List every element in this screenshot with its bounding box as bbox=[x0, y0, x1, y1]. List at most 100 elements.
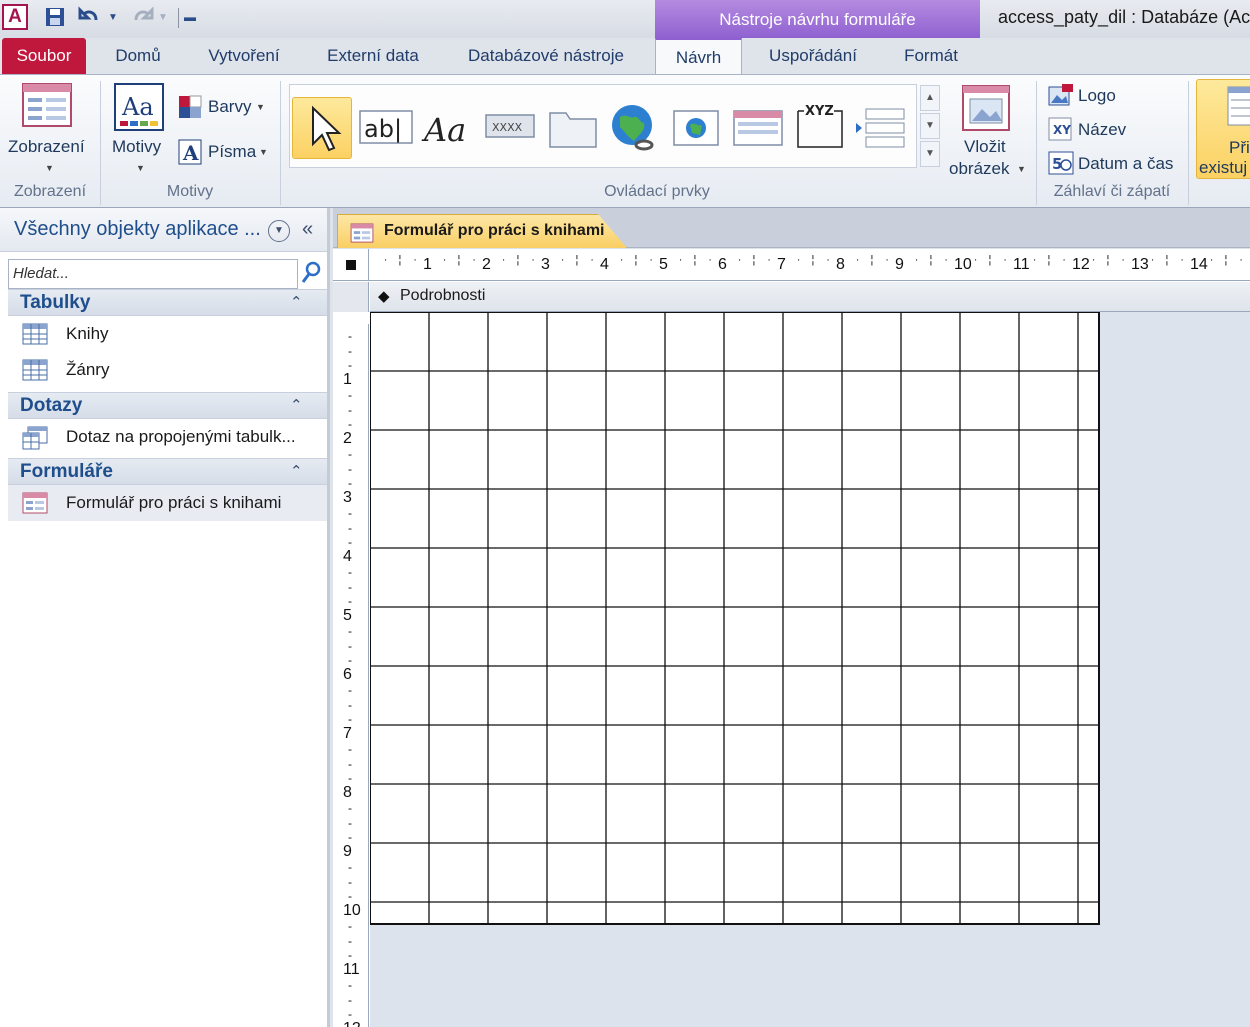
nav-search-input[interactable]: Hledat... bbox=[8, 259, 298, 289]
navigation-tool[interactable] bbox=[728, 97, 788, 159]
ruler-tick: ¦ bbox=[988, 254, 992, 266]
ruler-tick: - bbox=[348, 1007, 352, 1022]
nav-pane-header[interactable]: Všechny objekty aplikace ... ▼ « bbox=[0, 208, 327, 252]
label-tool[interactable]: Aa bbox=[418, 97, 478, 159]
textbox-tool[interactable]: ab| bbox=[356, 97, 416, 159]
themes-dropdown-icon: ▼ bbox=[136, 163, 145, 173]
logo-icon bbox=[1048, 84, 1073, 106]
ruler-tick: - bbox=[348, 741, 352, 756]
undo-icon[interactable] bbox=[78, 6, 102, 33]
svg-text:XXXX: XXXX bbox=[492, 121, 523, 134]
nav-item-query[interactable]: Dotaz na propojenými tabulk... bbox=[8, 419, 327, 455]
nav-group-tables[interactable]: Tabulky ⌃ bbox=[8, 289, 327, 316]
nav-item-form[interactable]: Formulář pro práci s knihami bbox=[8, 485, 327, 521]
ruler-tick: · bbox=[649, 254, 653, 266]
ruler-h-number: 11 bbox=[1013, 256, 1030, 273]
tab-external-data[interactable]: Externí data bbox=[312, 38, 434, 74]
ruler-tick: · bbox=[708, 254, 712, 266]
ruler-tick: ¦ bbox=[693, 254, 697, 266]
ruler-v-number: 10 bbox=[343, 902, 361, 919]
detail-section-grid[interactable] bbox=[369, 311, 1100, 925]
ruler-tick: ¦ bbox=[1224, 254, 1228, 266]
datetime-button-label: Datum a čas bbox=[1078, 154, 1174, 173]
tab-control-tool[interactable] bbox=[542, 97, 602, 159]
access-app-icon[interactable]: A bbox=[2, 4, 28, 30]
tab-create[interactable]: Vytvoření bbox=[192, 38, 296, 74]
insert-image-label-2: obrázek bbox=[949, 159, 1010, 178]
redo-dropdown-icon[interactable]: ▼ bbox=[158, 12, 168, 23]
tab-format[interactable]: Formát bbox=[886, 38, 976, 74]
ruler-v-number: 7 bbox=[343, 725, 352, 742]
add-existing-fields-button[interactable]: Při existuj bbox=[1196, 79, 1250, 179]
web-browser-tool[interactable] bbox=[666, 97, 726, 159]
ruler-tick: - bbox=[348, 756, 352, 771]
ruler-tick: - bbox=[348, 623, 352, 638]
gallery-more[interactable]: ▼ bbox=[920, 141, 940, 167]
page-break-icon bbox=[856, 108, 905, 148]
nav-pane-title[interactable]: Všechny objekty aplikace ... bbox=[14, 218, 261, 241]
ruler-tick: · bbox=[737, 254, 742, 266]
tab-arrange[interactable]: Uspořádání bbox=[752, 38, 874, 74]
ruler-v-number: 6 bbox=[343, 666, 352, 683]
button-tool[interactable]: XXXX bbox=[480, 97, 540, 159]
ruler-tick: - bbox=[348, 594, 352, 609]
svg-text:XYZ: XYZ bbox=[805, 104, 834, 119]
ruler-tick: · bbox=[1091, 254, 1096, 266]
undo-dropdown-icon[interactable]: ▼ bbox=[108, 12, 118, 23]
ruler-tick: - bbox=[348, 992, 352, 1007]
vertical-ruler[interactable]: 123456789101112-------------------------… bbox=[333, 324, 369, 1027]
page-break-tool[interactable] bbox=[852, 97, 912, 159]
add-existing-label-1: Při bbox=[1229, 138, 1250, 157]
nav-menu-dropdown-icon[interactable]: ▼ bbox=[268, 220, 290, 242]
title-icon: XY bbox=[1048, 117, 1072, 141]
select-tool[interactable] bbox=[292, 97, 352, 159]
hyperlink-tool[interactable] bbox=[604, 97, 664, 159]
section-bar-detail[interactable]: ◆ Podrobnosti bbox=[370, 282, 1250, 312]
ruler-tick: ¦ bbox=[870, 254, 874, 266]
collapse-group-icon[interactable]: ⌃ bbox=[290, 396, 303, 414]
search-icon[interactable] bbox=[300, 260, 322, 286]
nav-collapse-icon[interactable]: « bbox=[302, 218, 313, 241]
ruler-tick: · bbox=[1003, 254, 1007, 266]
gallery-scroll-down[interactable]: ▼ bbox=[920, 113, 940, 139]
ruler-h-number: 9 bbox=[895, 256, 904, 273]
horizontal-ruler[interactable]: 1 2 3 4 5 6 7 8 9 10 11 12 13 14 · ¦ · · ¦ · · ¦ · · ¦ · · ¦ · · ¦ · · ¦ ·… bbox=[369, 249, 1250, 281]
redo-icon[interactable] bbox=[130, 6, 154, 33]
gallery-scroll-up[interactable]: ▲ bbox=[920, 85, 940, 111]
svg-text:XY: XY bbox=[1053, 123, 1071, 137]
collapse-group-icon[interactable]: ⌃ bbox=[290, 462, 303, 480]
nav-item-label: Dotaz na propojenými tabulk... bbox=[66, 427, 296, 446]
tab-file[interactable]: Soubor bbox=[2, 38, 86, 74]
ruler-tick: ¦ bbox=[575, 254, 579, 266]
save-icon[interactable] bbox=[44, 6, 66, 33]
nav-item-table-knihy[interactable]: Knihy bbox=[8, 316, 327, 352]
nav-group-forms[interactable]: Formuláře ⌃ bbox=[8, 458, 327, 485]
option-group-tool[interactable]: XYZ bbox=[790, 97, 850, 159]
document-tab-form[interactable]: Formulář pro práci s knihami bbox=[337, 214, 627, 248]
tab-control-icon bbox=[549, 112, 597, 148]
ruler-tick: - bbox=[348, 859, 352, 874]
colors-button-label: Barvy bbox=[208, 97, 252, 116]
colors-icon bbox=[179, 95, 202, 118]
section-selector[interactable] bbox=[333, 282, 369, 312]
nav-item-table-zanry[interactable]: Žánry bbox=[8, 352, 327, 388]
tab-database-tools[interactable]: Databázové nástroje bbox=[450, 38, 642, 74]
customize-qat-icon[interactable]: ▬ bbox=[184, 10, 196, 24]
views-group-label: Zobrazení bbox=[13, 183, 87, 200]
tab-design[interactable]: Návrh bbox=[655, 38, 742, 74]
ruler-tick: · bbox=[413, 254, 417, 266]
navigation-pane: Všechny objekty aplikace ... ▼ « Hledat.… bbox=[0, 208, 330, 1027]
colors-dropdown-icon: ▼ bbox=[256, 102, 265, 112]
ruler-tick: - bbox=[348, 535, 352, 550]
ruler-tick: ¦ bbox=[1047, 254, 1051, 266]
form-selector[interactable] bbox=[333, 249, 369, 281]
ruler-tick: · bbox=[1121, 254, 1125, 266]
nav-group-queries[interactable]: Dotazy ⌃ bbox=[8, 392, 327, 419]
header-footer-group-label: Záhlaví či zápatí bbox=[1053, 183, 1171, 200]
nav-item-label: Formulář pro práci s knihami bbox=[66, 493, 282, 512]
collapse-group-icon[interactable]: ⌃ bbox=[290, 293, 303, 311]
tab-home[interactable]: Domů bbox=[100, 38, 176, 74]
ruler-tick: - bbox=[348, 653, 352, 668]
ruler-v-number: 1 bbox=[343, 371, 352, 388]
ruler-h-number: 12 bbox=[1072, 256, 1090, 273]
